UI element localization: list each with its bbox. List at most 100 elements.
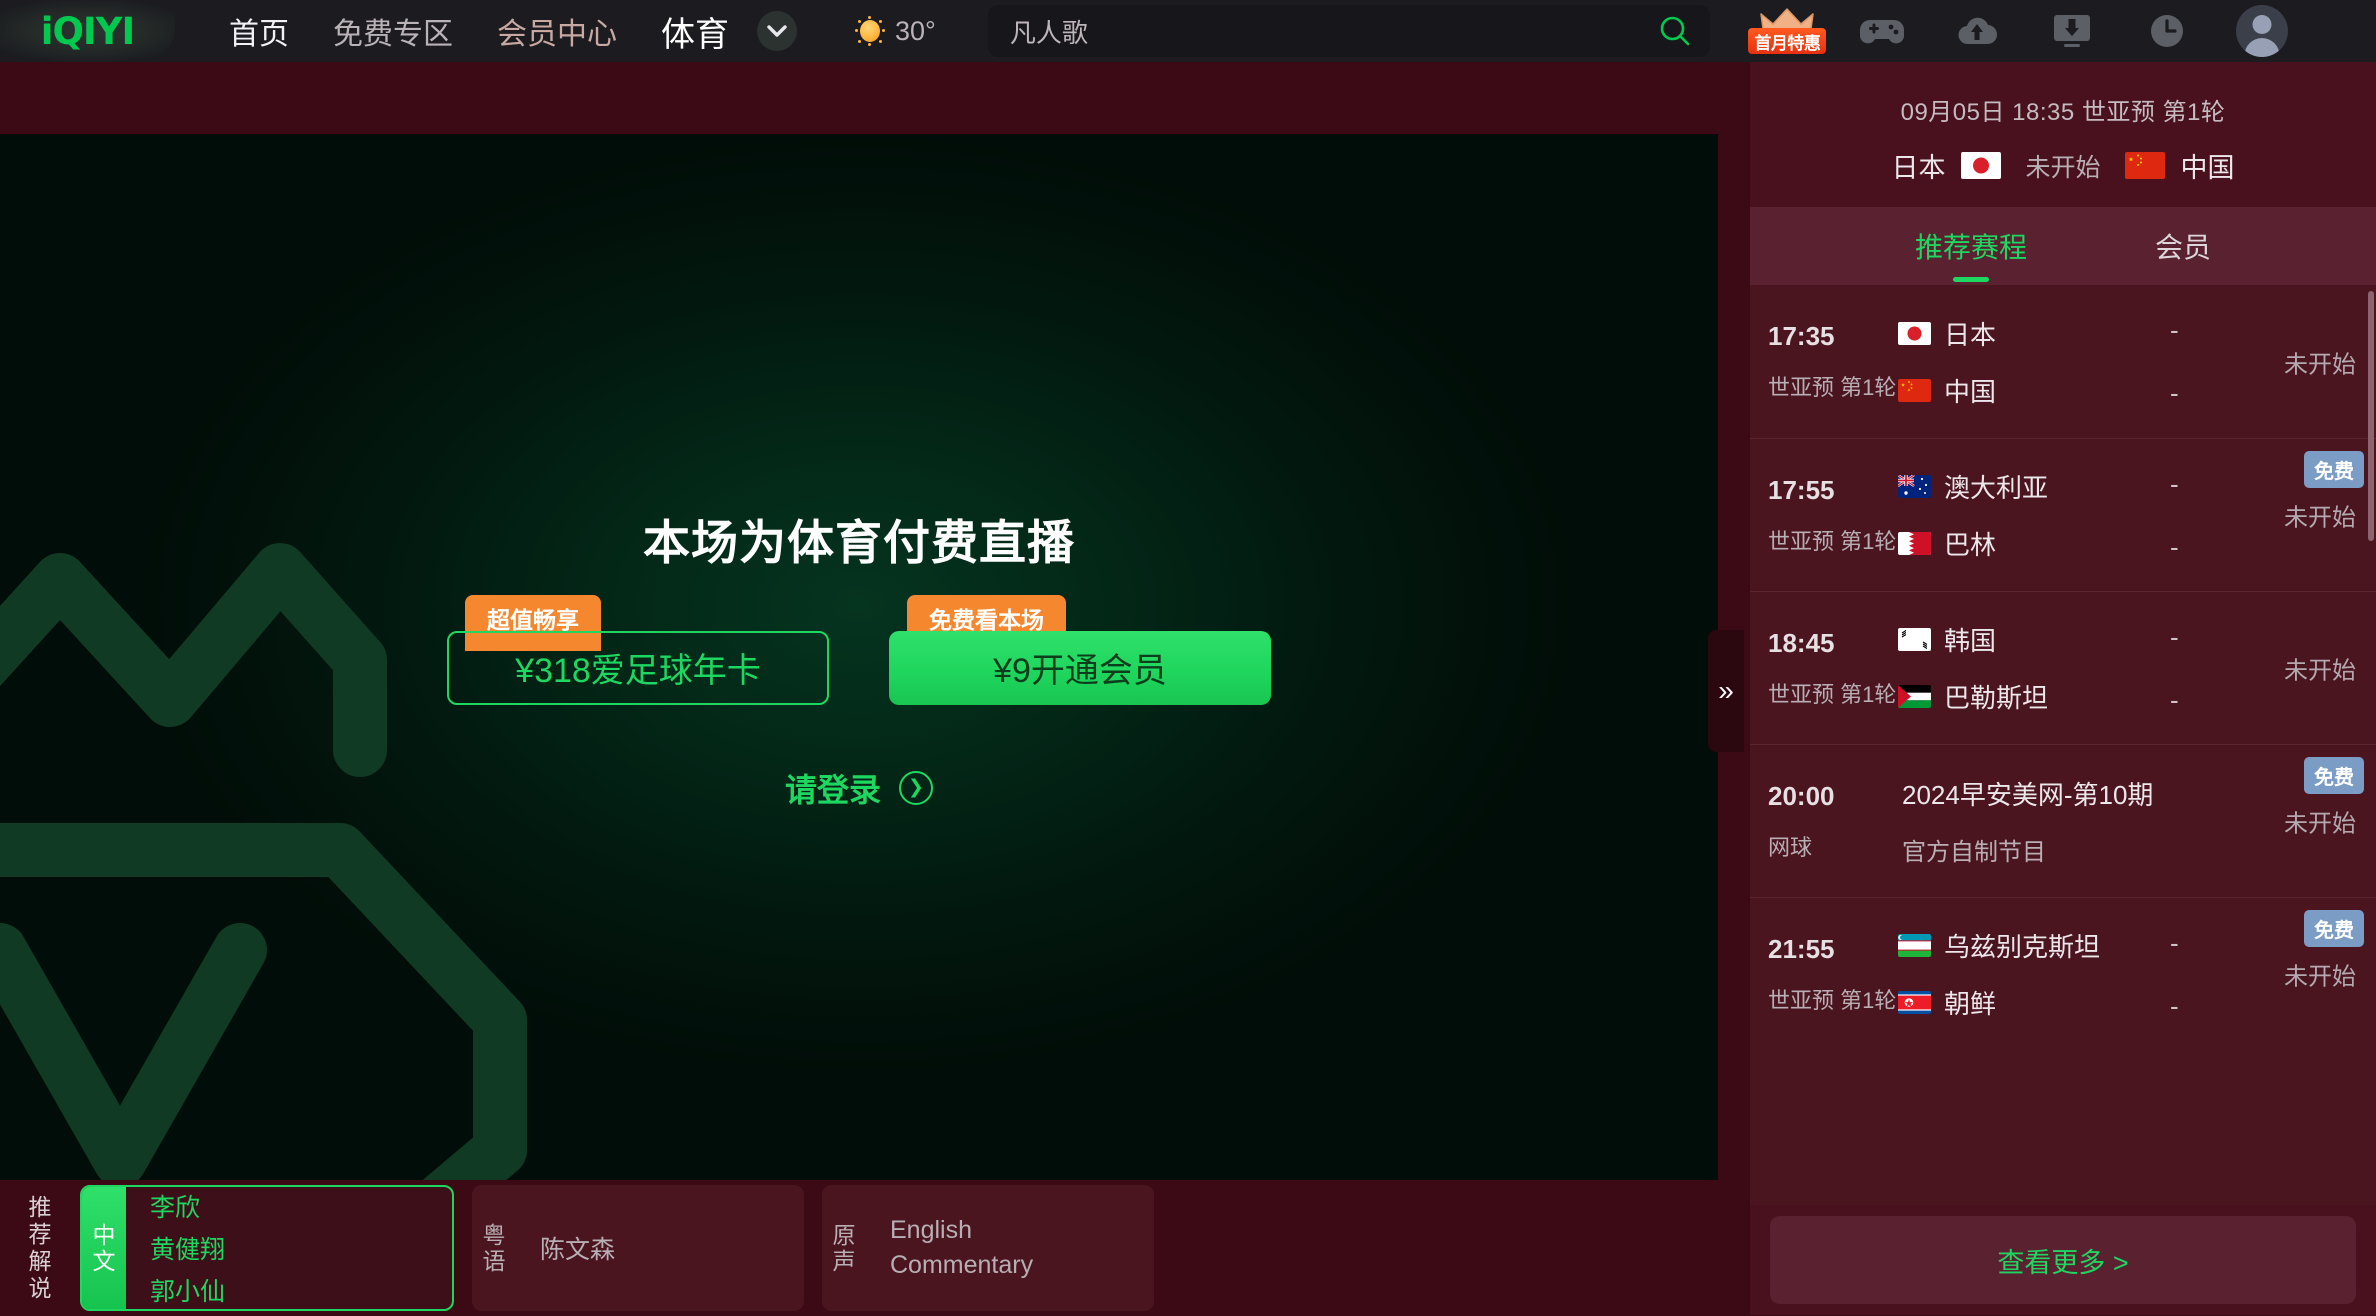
table-row[interactable]: 17:35 世亚预 第1轮 日本 中国 - - 未开始 xyxy=(1750,285,2376,438)
logo-text: iQIYI xyxy=(40,9,135,53)
commentary-label-char: 说 xyxy=(28,1275,52,1302)
game-controller-icon[interactable] xyxy=(1835,0,1930,62)
schedule-sidebar: 09月05日 18:35 世亚预 第1轮 日本 未开始 中国 推荐赛程 会员 1… xyxy=(1750,62,2376,1316)
commentary-option-chinese[interactable]: 中文 李欣 黄健翔 郭小仙 xyxy=(80,1185,454,1311)
row-scores: - - xyxy=(2170,898,2179,1051)
row-time-block: 20:00 网球 xyxy=(1750,781,1898,862)
schedule-list[interactable]: 17:35 世亚预 第1轮 日本 中国 - - 未开始 免费 17:55 世亚预… xyxy=(1750,285,2376,1205)
away-score: - xyxy=(2170,684,2179,715)
status-badge: 未开始 xyxy=(2284,963,2356,991)
home-score: - xyxy=(2170,314,2179,345)
video-player[interactable]: 本场为体育付费直播 超值畅享 ¥318爱足球年卡 免费看本场 ¥9开通会员 请登… xyxy=(0,134,1718,1180)
header-icon-group: 首月特惠 xyxy=(1740,0,2310,62)
history-clock-icon[interactable] xyxy=(2120,0,2215,62)
nav-item-vip-center[interactable]: 会员中心 xyxy=(475,9,639,53)
nav-item-free-zone[interactable]: 免费专区 xyxy=(311,9,475,53)
row-scores: - - xyxy=(2170,285,2179,438)
commentary-bar: 推 荐 解 说 中文 李欣 黄健翔 郭小仙 粤语 陈文森 原声 English … xyxy=(0,1180,1718,1316)
search-box[interactable] xyxy=(987,5,1710,57)
weather-widget[interactable]: 30° xyxy=(855,16,936,47)
view-more-button[interactable]: 查看更多 > xyxy=(1770,1216,2356,1304)
open-vip-button[interactable]: ¥9开通会员 xyxy=(889,630,1271,705)
search-input[interactable] xyxy=(1009,15,1610,47)
status-badge: 未开始 xyxy=(2284,351,2356,378)
sidebar-collapse-handle[interactable]: » xyxy=(1708,630,1744,752)
table-row[interactable]: 18:45 世亚预 第1轮 韩国 巴勒斯坦 - - 未开始 xyxy=(1750,591,2376,744)
commentator-name: Commentary xyxy=(890,1251,1034,1279)
table-row[interactable]: 免费 21:55 世亚预 第1轮 乌兹别克斯坦 朝鲜 - - 未开始 xyxy=(1750,897,2376,1050)
schedule-scrollbar[interactable] xyxy=(2368,291,2374,541)
away-team-name: 中国 xyxy=(2180,153,2235,183)
flag-cn-icon xyxy=(1898,378,1931,402)
commentator-name: 郭小仙 xyxy=(150,1278,226,1306)
commentator-name: English xyxy=(890,1216,972,1244)
nav-item-home[interactable]: 首页 xyxy=(207,9,311,53)
home-team-name: 日本 xyxy=(1944,319,1997,350)
chevron-down-icon[interactable] xyxy=(757,11,797,51)
flag-jp-icon xyxy=(1961,152,2002,179)
row-time: 17:55 xyxy=(1768,474,1835,505)
commentary-section-label: 推 荐 解 说 xyxy=(18,1194,62,1303)
promo-first-month-button[interactable]: 首月特惠 xyxy=(1740,0,1835,62)
match-info-line: 09月05日 18:35 世亚预 第1轮 xyxy=(1900,99,2226,126)
home-score: - xyxy=(2170,927,2179,958)
commentary-lang-original: 原声 xyxy=(832,1221,856,1274)
flag-kr-icon xyxy=(1898,628,1931,651)
home-team-name: 韩国 xyxy=(1944,626,1997,656)
away-score: - xyxy=(2170,531,2179,562)
away-team-name: 巴林 xyxy=(1944,530,1997,560)
away-score: - xyxy=(2170,377,2179,408)
commentator-name: 黄健翔 xyxy=(150,1236,226,1264)
flag-kp-icon xyxy=(1898,991,1931,1014)
commentator-name: 陈文森 xyxy=(540,1236,616,1264)
away-team-name: 朝鲜 xyxy=(1944,989,1997,1019)
commentary-names: 陈文森 xyxy=(516,1185,804,1311)
row-scores: - - xyxy=(2170,592,2179,745)
commentary-lang-chinese: 中文 xyxy=(82,1187,126,1309)
main-nav-items: 首页 免费专区 会员中心 体育 xyxy=(207,7,797,56)
page-stage: 本场为体育付费直播 超值畅享 ¥318爱足球年卡 免费看本场 ¥9开通会员 请登… xyxy=(0,62,2376,1316)
status-badge: 未开始 xyxy=(2284,657,2356,685)
login-label: 请登录 xyxy=(784,771,881,808)
commentary-label-char: 荐 xyxy=(28,1220,52,1247)
home-score: - xyxy=(2170,621,2179,652)
commentary-option-original[interactable]: 原声 English Commentary xyxy=(822,1185,1154,1311)
row-time-block: 18:45 世亚预 第1轮 xyxy=(1750,628,1898,709)
commentary-option-cantonese[interactable]: 粤语 陈文森 xyxy=(472,1185,804,1311)
row-league: 世亚预 第1轮 xyxy=(1768,987,1897,1013)
chevron-right-circle-icon: ❯ xyxy=(899,770,933,805)
commentator-name: 李欣 xyxy=(150,1194,201,1222)
row-time: 18:45 xyxy=(1768,627,1835,658)
flag-cn-icon xyxy=(2124,152,2165,179)
buy-annual-card-button[interactable]: ¥318爱足球年卡 xyxy=(447,630,829,705)
table-row[interactable]: 免费 17:55 世亚预 第1轮 澳大利亚 巴林 - - 未开始 xyxy=(1750,438,2376,591)
download-icon[interactable] xyxy=(2025,0,2120,62)
flag-uz-icon xyxy=(1898,934,1931,957)
login-link[interactable]: 请登录 ❯ xyxy=(785,765,933,811)
cta-annual-card: 超值畅享 ¥318爱足球年卡 xyxy=(447,594,829,705)
row-league: 世亚预 第1轮 xyxy=(1768,681,1897,707)
top-navigation-bar: iQIYI 首页 免费专区 会员中心 体育 30° 凡人歌 首月特惠 xyxy=(0,0,2376,62)
search-icon[interactable] xyxy=(1654,10,1696,52)
table-row[interactable]: 免费 20:00 网球 2024早安美网-第10期 官方自制节目 未开始 xyxy=(1750,744,2376,897)
row-league: 世亚预 第1轮 xyxy=(1768,375,1897,400)
iqiyi-logo[interactable]: iQIYI xyxy=(0,0,175,62)
row-scores: - - xyxy=(2170,439,2179,592)
tab-recommended-schedule[interactable]: 推荐赛程 xyxy=(1915,226,2027,266)
paywall-overlay: 本场为体育付费直播 超值畅享 ¥318爱足球年卡 免费看本场 ¥9开通会员 请登… xyxy=(0,134,1718,1180)
home-score: - xyxy=(2170,468,2179,499)
cloud-icon[interactable] xyxy=(1930,0,2025,62)
row-time-block: 17:55 世亚预 第1轮 xyxy=(1750,475,1898,556)
avatar[interactable] xyxy=(2215,0,2310,62)
commentary-names: 李欣 黄健翔 郭小仙 xyxy=(126,1187,452,1309)
free-badge: 免费 xyxy=(2304,757,2364,794)
weather-temperature: 30° xyxy=(895,15,936,46)
nav-item-sports[interactable]: 体育 xyxy=(639,7,751,56)
tab-vip[interactable]: 会员 xyxy=(2155,226,2211,266)
cta-row: 超值畅享 ¥318爱足球年卡 免费看本场 ¥9开通会员 xyxy=(447,594,1271,705)
more-button-area: 查看更多 > xyxy=(1750,1205,2376,1315)
row-league: 世亚预 第1轮 xyxy=(1768,528,1897,554)
commentary-names: English Commentary xyxy=(866,1185,1154,1311)
home-team-name: 澳大利亚 xyxy=(1944,473,2049,503)
free-badge: 免费 xyxy=(2304,910,2364,947)
